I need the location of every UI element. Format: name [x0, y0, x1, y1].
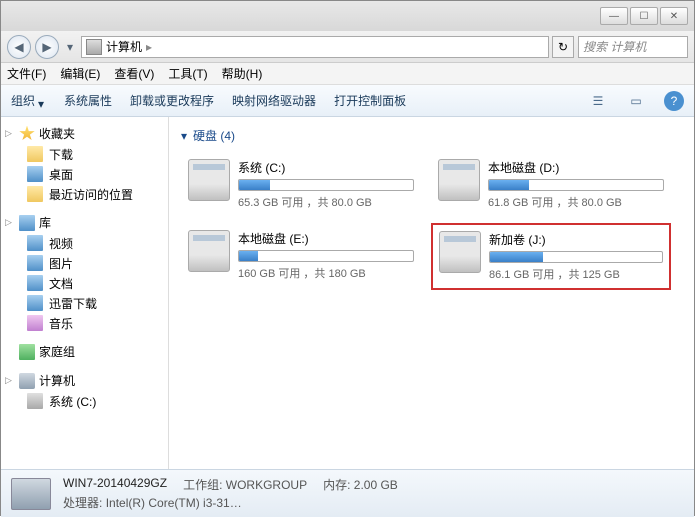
drive-item[interactable]: 本地磁盘 (E:) 160 GB 可用 ，共 180 GB	[181, 223, 421, 290]
sidebar-item-drive-c[interactable]: 系统 (C:)	[1, 391, 168, 411]
maximize-button[interactable]: ☐	[630, 7, 658, 25]
section-header[interactable]: ▾ 硬盘 (4)	[181, 123, 682, 152]
organize-button[interactable]: 组织▾	[11, 92, 46, 109]
content-pane: ▾ 硬盘 (4) 系统 (C:) 65.3 GB 可用 ，共 80.0 GB 本地磁…	[169, 117, 694, 469]
search-placeholder: 搜索 计算机	[583, 38, 646, 55]
help-button[interactable]: ?	[664, 91, 684, 111]
statusbar: WIN7-20140429GZ 工作组: WORKGROUP 内存: 2.00 …	[1, 469, 694, 517]
picture-icon	[27, 255, 43, 271]
breadcrumb-separator-icon[interactable]: ▸	[146, 40, 152, 54]
sidebar-item-recent[interactable]: 最近访问的位置	[1, 184, 168, 204]
sidebar-item-thunder[interactable]: 迅雷下载	[1, 293, 168, 313]
drive-name: 本地磁盘 (D:)	[488, 159, 664, 176]
sidebar-item-documents[interactable]: 文档	[1, 273, 168, 293]
drive-name: 系统 (C:)	[238, 159, 414, 176]
video-icon	[27, 235, 43, 251]
usage-bar	[238, 179, 414, 191]
drive-free-space: 61.8 GB 可用 ，共 80.0 GB	[488, 194, 664, 210]
status-memory: 2.00 GB	[354, 478, 398, 492]
uninstall-button[interactable]: 卸载或更改程序	[130, 92, 214, 109]
drive-icon	[188, 230, 230, 272]
drive-icon	[439, 231, 481, 273]
drive-name: 本地磁盘 (E:)	[238, 230, 414, 247]
drive-free-space: 160 GB 可用 ，共 180 GB	[238, 265, 414, 281]
sidebar-item-pictures[interactable]: 图片	[1, 253, 168, 273]
address-bar[interactable]: 计算机 ▸	[81, 36, 549, 58]
view-mode-button[interactable]: ☰	[588, 91, 608, 111]
download-icon	[27, 295, 43, 311]
close-button[interactable]: ✕	[660, 7, 688, 25]
menu-tools[interactable]: 工具(T)	[168, 65, 207, 82]
computer-icon	[11, 478, 51, 510]
drive-free-space: 86.1 GB 可用 ，共 125 GB	[489, 266, 663, 282]
drive-icon	[27, 393, 43, 409]
toolbar: 组织▾ 系统属性 卸载或更改程序 映射网络驱动器 打开控制面板 ☰ ▭ ?	[1, 85, 694, 117]
section-title: 硬盘 (4)	[193, 127, 235, 144]
drive-icon	[188, 159, 230, 201]
forward-button[interactable]: ▶	[35, 35, 59, 59]
menu-view[interactable]: 查看(V)	[114, 65, 154, 82]
sidebar-item-videos[interactable]: 视频	[1, 233, 168, 253]
library-icon	[19, 215, 35, 231]
menubar: 文件(F) 编辑(E) 查看(V) 工具(T) 帮助(H)	[1, 63, 694, 85]
sidebar: ▷收藏夹 下载 桌面 最近访问的位置 ▷库 视频 图片 文档 迅雷下载 音乐 家…	[1, 117, 169, 469]
drive-item[interactable]: 新加卷 (J:) 86.1 GB 可用 ，共 125 GB	[431, 223, 671, 290]
computer-icon	[86, 39, 102, 55]
control-panel-button[interactable]: 打开控制面板	[334, 92, 406, 109]
sidebar-homegroup[interactable]: 家庭组	[1, 341, 168, 362]
refresh-button[interactable]: ↻	[552, 36, 574, 58]
navbar: ◀ ▶ ▾ 计算机 ▸ ↻ 搜索 计算机	[1, 31, 694, 63]
menu-edit[interactable]: 编辑(E)	[60, 65, 100, 82]
sidebar-computer[interactable]: ▷计算机	[1, 370, 168, 391]
document-icon	[27, 275, 43, 291]
collapse-icon: ▷	[5, 128, 15, 139]
folder-icon	[27, 186, 43, 202]
minimize-button[interactable]: —	[600, 7, 628, 25]
status-workgroup: WORKGROUP	[226, 478, 307, 492]
expand-icon: ▷	[5, 375, 15, 386]
music-icon	[27, 315, 43, 331]
sidebar-item-downloads[interactable]: 下载	[1, 144, 168, 164]
star-icon	[19, 126, 35, 142]
usage-bar	[488, 179, 664, 191]
drive-name: 新加卷 (J:)	[489, 231, 663, 248]
drive-item[interactable]: 系统 (C:) 65.3 GB 可用 ，共 80.0 GB	[181, 152, 421, 217]
chevron-down-icon: ▾	[38, 97, 46, 105]
status-processor: Intel(R) Core(TM) i3-31…	[106, 496, 242, 510]
usage-bar	[238, 250, 414, 262]
sidebar-item-desktop[interactable]: 桌面	[1, 164, 168, 184]
sidebar-item-music[interactable]: 音乐	[1, 313, 168, 333]
desktop-icon	[27, 166, 43, 182]
menu-file[interactable]: 文件(F)	[7, 65, 46, 82]
back-button[interactable]: ◀	[7, 35, 31, 59]
sidebar-favorites[interactable]: ▷收藏夹	[1, 123, 168, 144]
address-text: 计算机	[106, 38, 142, 55]
preview-pane-button[interactable]: ▭	[626, 91, 646, 111]
sidebar-libraries[interactable]: ▷库	[1, 212, 168, 233]
titlebar: — ☐ ✕	[1, 1, 694, 31]
system-properties-button[interactable]: 系统属性	[64, 92, 112, 109]
search-input[interactable]: 搜索 计算机	[578, 36, 688, 58]
map-drive-button[interactable]: 映射网络驱动器	[232, 92, 316, 109]
folder-icon	[27, 146, 43, 162]
collapse-icon: ▾	[181, 129, 187, 143]
drive-icon	[438, 159, 480, 201]
homegroup-icon	[19, 344, 35, 360]
usage-bar	[489, 251, 663, 263]
history-dropdown[interactable]: ▾	[63, 35, 77, 59]
drive-item[interactable]: 本地磁盘 (D:) 61.8 GB 可用 ，共 80.0 GB	[431, 152, 671, 217]
computer-icon	[19, 373, 35, 389]
menu-help[interactable]: 帮助(H)	[222, 65, 263, 82]
status-computer-name: WIN7-20140429GZ	[63, 476, 167, 493]
drive-free-space: 65.3 GB 可用 ，共 80.0 GB	[238, 194, 414, 210]
collapse-icon: ▷	[5, 217, 15, 228]
